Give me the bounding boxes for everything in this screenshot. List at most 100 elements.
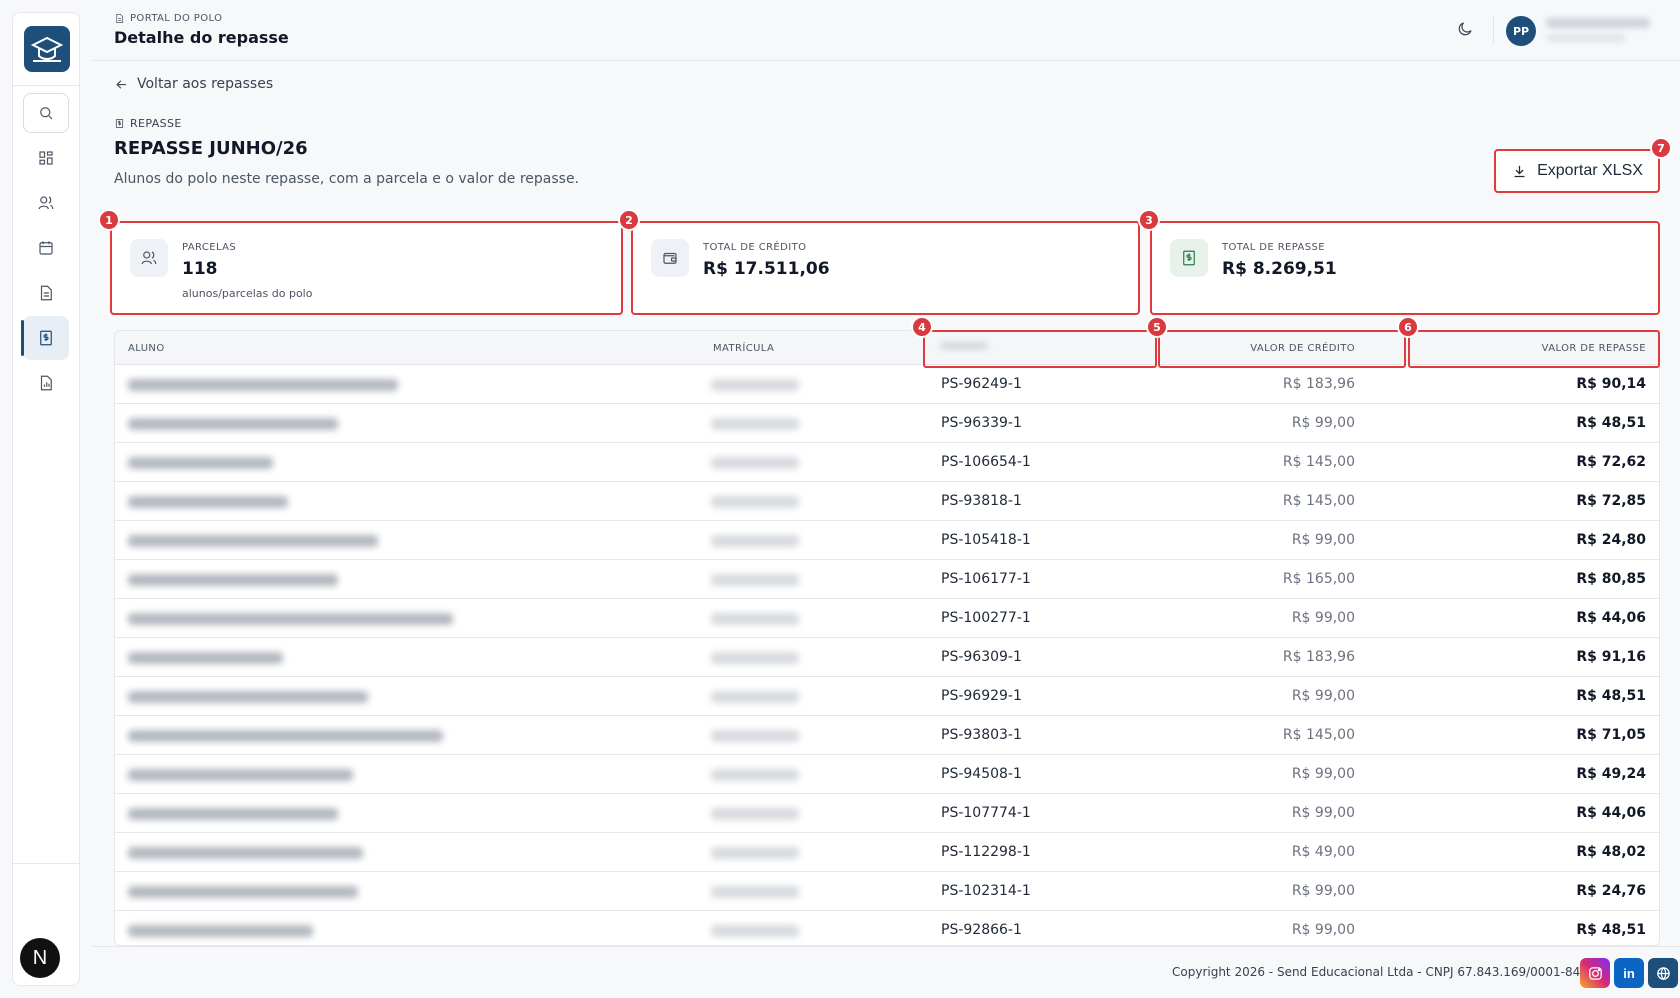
card-icon-container: [651, 239, 689, 277]
table-row[interactable]: PS-93803-1 R$ 145,00 R$ 71,05: [115, 716, 1659, 755]
user-name-blurred: [1546, 18, 1650, 28]
table-row[interactable]: PS-93818-1 R$ 145,00 R$ 72,85: [115, 482, 1659, 521]
sidebar-item-repasses[interactable]: [21, 316, 69, 360]
sidebar: N: [12, 12, 80, 986]
linkedin-icon: in: [1623, 965, 1635, 981]
col-header-matricula[interactable]: MATRÍCULA: [713, 343, 774, 354]
cell-parcela: PS-102314-1: [941, 883, 1031, 899]
table-row[interactable]: PS-96339-1 R$ 99,00 R$ 48,51: [115, 404, 1659, 443]
matricula-blurred: [711, 496, 799, 508]
breadcrumb: PORTAL DO POLO: [114, 13, 222, 24]
instagram-icon: [1588, 966, 1602, 980]
annotation-badge: 3: [1138, 209, 1160, 231]
table-row[interactable]: PS-106654-1 R$ 145,00 R$ 72,62: [115, 443, 1659, 482]
card-icon-container: [1170, 239, 1208, 277]
calendar-icon: [39, 241, 53, 255]
sidebar-item-users[interactable]: [23, 181, 69, 225]
student-name-blurred: [128, 457, 273, 469]
cell-parcela: PS-112298-1: [941, 844, 1031, 860]
moon-icon: [1458, 22, 1472, 36]
cell-valor-repasse: R$ 24,76: [1576, 883, 1646, 899]
cell-valor-credito: R$ 99,00: [1291, 883, 1355, 899]
download-icon: [1514, 165, 1525, 177]
matricula-blurred: [711, 574, 799, 586]
linkedin-button[interactable]: in: [1614, 958, 1644, 988]
cell-valor-repasse: R$ 48,51: [1576, 415, 1646, 431]
export-button-label: Exportar XLSX: [1537, 162, 1643, 179]
cell-valor-credito: R$ 99,00: [1291, 688, 1355, 704]
student-name-blurred: [128, 769, 353, 781]
cell-parcela: PS-100277-1: [941, 610, 1031, 626]
highlight-col-valor-credito: [1158, 330, 1406, 368]
cell-valor-credito: R$ 99,00: [1291, 610, 1355, 626]
section-label-text: REPASSE: [130, 117, 182, 130]
matricula-blurred: [711, 847, 799, 859]
dashboard-icon: [39, 151, 53, 165]
card-label: PARCELAS: [182, 242, 237, 253]
annotation-badge: 7: [1650, 137, 1672, 159]
sidebar-item-reports[interactable]: [23, 361, 69, 405]
next-dev-button[interactable]: N: [20, 938, 60, 978]
cell-parcela: PS-96339-1: [941, 415, 1022, 431]
cell-valor-repasse: R$ 49,24: [1576, 766, 1646, 782]
matricula-blurred: [711, 769, 799, 781]
card-label: TOTAL DE REPASSE: [1222, 242, 1326, 253]
table-row[interactable]: PS-105418-1 R$ 99,00 R$ 24,80: [115, 521, 1659, 560]
avatar[interactable]: PP: [1506, 16, 1536, 46]
table-row[interactable]: PS-100277-1 R$ 99,00 R$ 44,06: [115, 599, 1659, 638]
cell-parcela: PS-106177-1: [941, 571, 1031, 587]
website-button[interactable]: [1648, 958, 1678, 988]
breadcrumb-label: PORTAL DO POLO: [130, 13, 223, 24]
annotation-badge: 1: [98, 209, 120, 231]
repasse-table: ALUNO MATRÍCULA VALOR DE CRÉDITO VALOR D…: [114, 330, 1660, 946]
cell-valor-repasse: R$ 72,85: [1576, 493, 1646, 509]
instagram-button[interactable]: [1580, 958, 1610, 988]
student-name-blurred: [128, 574, 338, 586]
matricula-blurred: [711, 379, 799, 391]
theme-toggle-button[interactable]: [1456, 20, 1476, 40]
sidebar-item-calendar[interactable]: [23, 226, 69, 270]
table-row[interactable]: PS-96309-1 R$ 183,96 R$ 91,16: [115, 638, 1659, 677]
table-row[interactable]: PS-96929-1 R$ 99,00 R$ 48,51: [115, 677, 1659, 716]
table-row[interactable]: PS-94508-1 R$ 99,00 R$ 49,24: [115, 755, 1659, 794]
student-name-blurred: [128, 886, 358, 898]
annotation-badge: 4: [911, 316, 933, 338]
document-icon: [40, 285, 52, 301]
student-name-blurred: [128, 613, 453, 625]
student-name-blurred: [128, 808, 338, 820]
user-email-blurred: [1546, 34, 1626, 42]
users-icon: [38, 196, 54, 210]
cell-valor-credito: R$ 183,96: [1282, 376, 1355, 392]
graduation-cap-logo-icon[interactable]: [24, 26, 70, 72]
sidebar-item-dashboard[interactable]: [23, 136, 69, 180]
card-parcelas: PARCELAS 118 alunos/parcelas do polo: [110, 221, 623, 315]
table-row[interactable]: PS-106177-1 R$ 165,00 R$ 80,85: [115, 560, 1659, 599]
student-name-blurred: [128, 691, 368, 703]
table-row[interactable]: PS-112298-1 R$ 49,00 R$ 48,02: [115, 833, 1659, 872]
dollar-doc-icon: [1183, 250, 1195, 266]
student-name-blurred: [128, 535, 378, 547]
back-link[interactable]: Voltar aos repasses: [114, 76, 273, 92]
cell-parcela: PS-107774-1: [941, 805, 1031, 821]
cell-valor-repasse: R$ 44,06: [1576, 610, 1646, 626]
table-row[interactable]: PS-92866-1 R$ 99,00 R$ 48,51: [115, 911, 1659, 945]
dollar-doc-icon: [115, 119, 124, 128]
sidebar-search-button[interactable]: [23, 93, 69, 133]
page-title: Detalhe do repasse: [114, 28, 289, 47]
col-header-aluno[interactable]: ALUNO: [128, 343, 165, 354]
sidebar-divider: [13, 863, 79, 864]
sidebar-item-documents[interactable]: [23, 271, 69, 315]
topbar: PORTAL DO POLO Detalhe do repasse PP: [92, 0, 1680, 61]
table-row[interactable]: PS-96249-1 R$ 183,96 R$ 90,14: [115, 365, 1659, 404]
cell-valor-credito: R$ 99,00: [1291, 922, 1355, 938]
export-xlsx-button[interactable]: Exportar XLSX: [1494, 149, 1660, 193]
cell-valor-repasse: R$ 24,80: [1576, 532, 1646, 548]
repasse-title: REPASSE JUNHO/26: [114, 138, 308, 159]
table-row[interactable]: PS-107774-1 R$ 99,00 R$ 44,06: [115, 794, 1659, 833]
matricula-blurred: [711, 691, 799, 703]
globe-icon: [1656, 966, 1670, 980]
dollar-doc-icon: [40, 330, 52, 346]
table-row[interactable]: PS-102314-1 R$ 99,00 R$ 24,76: [115, 872, 1659, 911]
card-value: R$ 17.511,06: [703, 259, 830, 279]
cell-valor-credito: R$ 99,00: [1291, 532, 1355, 548]
